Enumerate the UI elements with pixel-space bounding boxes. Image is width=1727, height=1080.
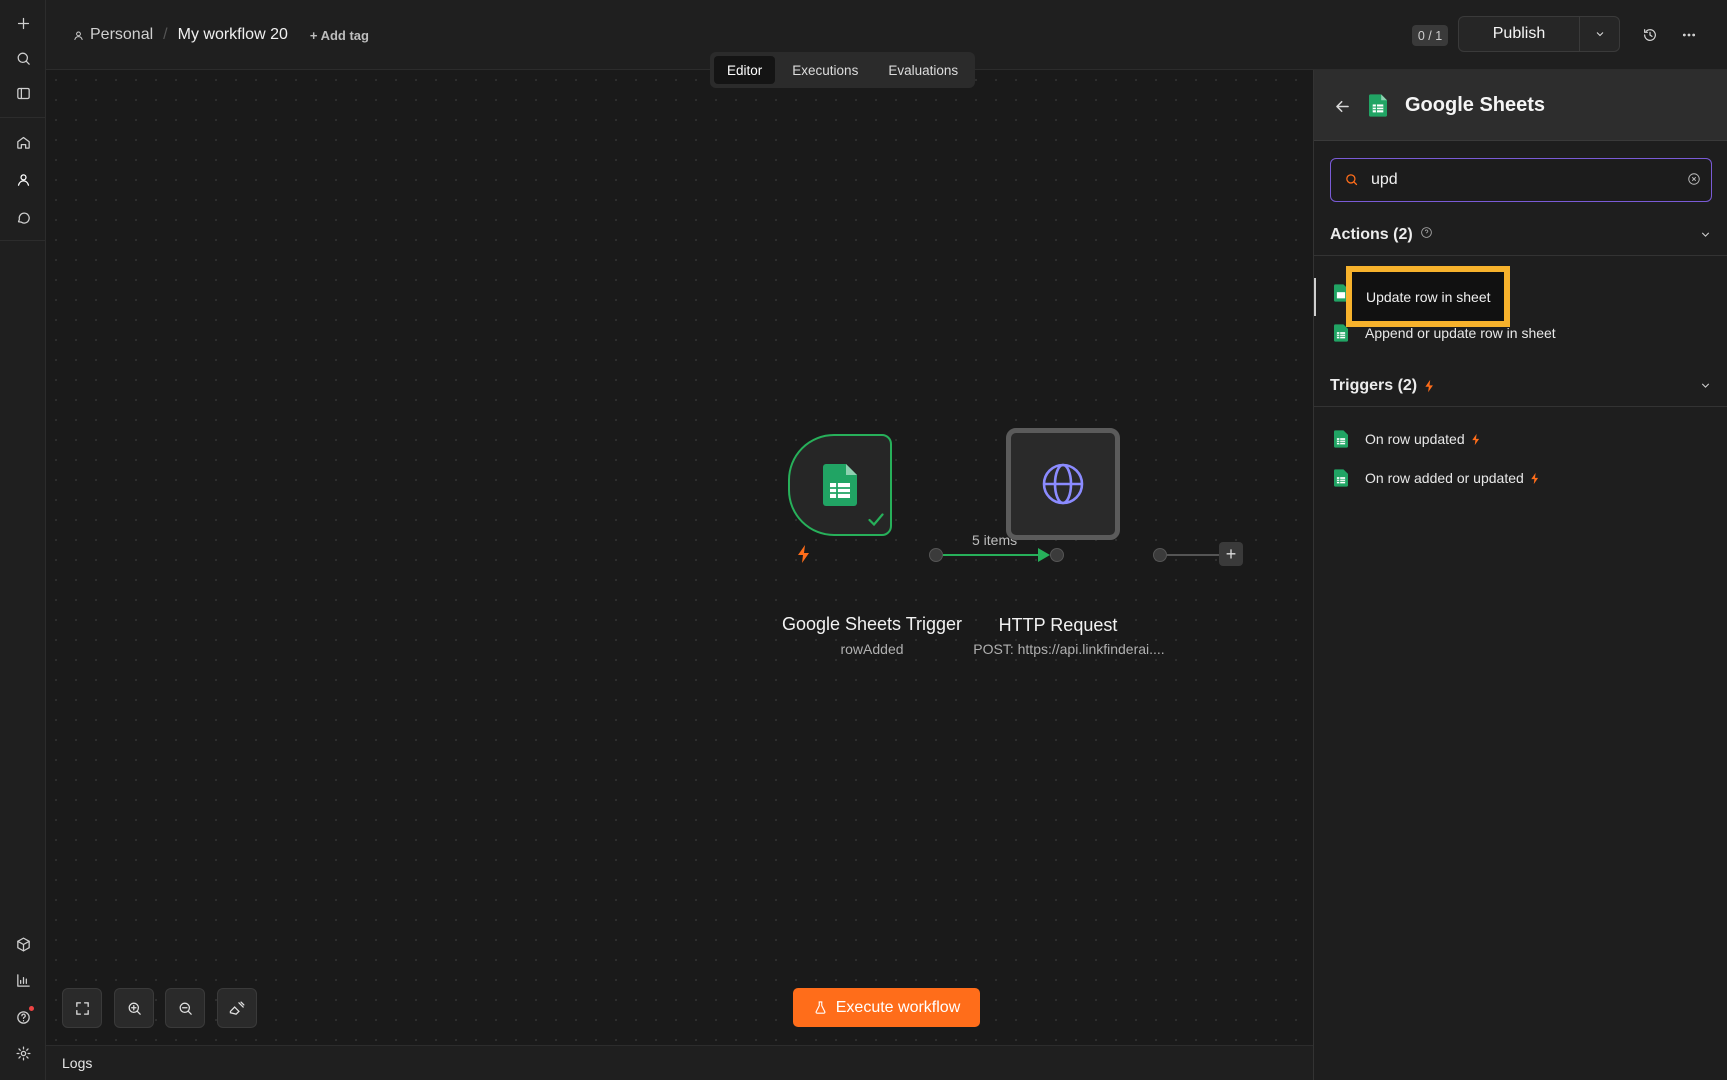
google-sheets-icon bbox=[1334, 324, 1348, 342]
search-box bbox=[1330, 158, 1712, 202]
view-tabs: Editor Executions Evaluations bbox=[710, 52, 976, 88]
personal-user-icon[interactable] bbox=[9, 165, 37, 193]
add-tag-button[interactable]: + Add tag bbox=[310, 28, 369, 43]
panel-header: Google Sheets bbox=[1314, 70, 1727, 141]
breadcrumb: Personal / My workflow 20 + Add tag bbox=[72, 24, 369, 46]
insights-chart-icon[interactable] bbox=[9, 966, 37, 994]
trigger-bolt-icon bbox=[798, 545, 809, 563]
search-icon bbox=[1344, 172, 1359, 192]
node-subtitle: rowAdded bbox=[840, 641, 904, 657]
actions-section-title: Actions (2) bbox=[1330, 226, 1413, 243]
trigger-on-row-added-or-updated[interactable]: On row added or updated bbox=[1314, 459, 1727, 497]
breadcrumb-separator: / bbox=[163, 26, 168, 43]
execute-workflow-button[interactable]: Execute workflow bbox=[793, 988, 980, 1027]
tab-executions[interactable]: Executions bbox=[779, 56, 871, 84]
triggers-section-title: Triggers (2) bbox=[1330, 377, 1418, 394]
zoom-in-button[interactable] bbox=[114, 988, 154, 1028]
tab-evaluations[interactable]: Evaluations bbox=[875, 56, 971, 84]
chevron-down-icon bbox=[1699, 228, 1712, 246]
output-port[interactable] bbox=[929, 548, 943, 562]
templates-cube-icon[interactable] bbox=[9, 930, 37, 958]
search-input[interactable] bbox=[1371, 168, 1671, 192]
google-sheets-trigger-node[interactable] bbox=[788, 434, 892, 536]
rail-divider bbox=[0, 117, 46, 118]
logs-label: Logs bbox=[62, 1055, 93, 1071]
settings-gear-icon[interactable] bbox=[9, 1039, 37, 1067]
google-sheets-icon bbox=[1334, 430, 1348, 448]
help-icon[interactable] bbox=[9, 1003, 37, 1031]
broom-icon bbox=[229, 1000, 245, 1015]
chevron-down-icon bbox=[1596, 32, 1603, 37]
version-counter-badge: 0 / 1 bbox=[1412, 25, 1448, 46]
trigger-bolt-icon bbox=[1471, 433, 1479, 445]
action-label: Append or update row in sheet bbox=[1365, 325, 1556, 341]
back-arrow-icon[interactable] bbox=[1330, 94, 1354, 118]
history-icon[interactable] bbox=[1637, 22, 1663, 48]
project-name: Personal bbox=[90, 26, 154, 43]
panel-title: Google Sheets bbox=[1405, 94, 1546, 116]
flask-icon bbox=[815, 1001, 826, 1014]
workflow-title[interactable]: My workflow 20 bbox=[178, 26, 288, 44]
user-icon bbox=[74, 30, 83, 40]
action-append-or-update-row[interactable]: Append or update row in sheet bbox=[1314, 314, 1727, 352]
add-icon[interactable] bbox=[9, 9, 37, 37]
zoom-out-icon bbox=[179, 1002, 192, 1015]
breadcrumb-personal[interactable]: Personal bbox=[72, 26, 153, 44]
search-icon[interactable] bbox=[9, 44, 37, 72]
node-title: HTTP Request bbox=[998, 615, 1118, 635]
connection-line[interactable] bbox=[943, 554, 1046, 556]
chevron-down-icon bbox=[1699, 379, 1712, 397]
publish-button-group: Publish bbox=[1458, 16, 1620, 52]
output-port[interactable] bbox=[1153, 548, 1167, 562]
trigger-label: On row updated bbox=[1365, 431, 1465, 447]
fit-view-button[interactable] bbox=[62, 988, 102, 1028]
clear-search-icon[interactable] bbox=[1687, 172, 1701, 191]
triggers-section-header[interactable]: Triggers (2) bbox=[1314, 367, 1727, 407]
trigger-on-row-updated[interactable]: On row updated bbox=[1314, 420, 1727, 458]
chat-icon[interactable] bbox=[9, 203, 37, 231]
google-sheets-icon bbox=[1369, 94, 1387, 117]
node-subtitle: POST: https://api.linkfinderai.... bbox=[973, 641, 1165, 657]
rail-divider bbox=[0, 240, 46, 241]
output-stub-line bbox=[1167, 554, 1219, 556]
globe-icon bbox=[1042, 463, 1084, 505]
left-rail bbox=[0, 0, 46, 1080]
publish-dropdown-button[interactable] bbox=[1579, 17, 1619, 51]
input-port[interactable] bbox=[1050, 548, 1064, 562]
zoom-in-icon bbox=[128, 1002, 141, 1015]
node-title: Google Sheets Trigger bbox=[781, 614, 963, 634]
google-sheets-icon bbox=[1334, 469, 1348, 487]
more-options-icon[interactable] bbox=[1676, 22, 1702, 48]
logs-bar[interactable]: Logs bbox=[46, 1045, 1313, 1080]
zoom-out-button[interactable] bbox=[165, 988, 205, 1028]
notification-dot bbox=[29, 1006, 34, 1011]
connection-arrow-icon bbox=[1038, 548, 1050, 562]
trigger-bolt-icon bbox=[1531, 472, 1538, 484]
http-request-node[interactable] bbox=[1006, 428, 1120, 540]
node-creator-panel: Google Sheets Actions (2) Update row in … bbox=[1313, 70, 1727, 1080]
actions-section-header[interactable]: Actions (2) bbox=[1314, 216, 1727, 256]
workflow-canvas[interactable] bbox=[46, 70, 1313, 1045]
trigger-bolt-icon bbox=[1425, 379, 1434, 393]
tab-editor[interactable]: Editor bbox=[714, 56, 776, 84]
fullscreen-icon bbox=[75, 1001, 89, 1015]
success-check-icon bbox=[868, 513, 884, 526]
info-icon[interactable] bbox=[1420, 226, 1433, 244]
home-icon[interactable] bbox=[9, 128, 37, 156]
sidebar-toggle-icon[interactable] bbox=[9, 79, 37, 107]
publish-button[interactable]: Publish bbox=[1459, 17, 1579, 51]
trigger-label: On row added or updated bbox=[1365, 470, 1524, 486]
add-node-button[interactable]: + bbox=[1219, 542, 1243, 566]
tidy-up-button[interactable] bbox=[217, 988, 257, 1028]
google-sheets-icon bbox=[823, 464, 857, 506]
action-label: Update row in sheet bbox=[1366, 289, 1491, 305]
execute-workflow-label: Execute workflow bbox=[835, 998, 961, 1016]
